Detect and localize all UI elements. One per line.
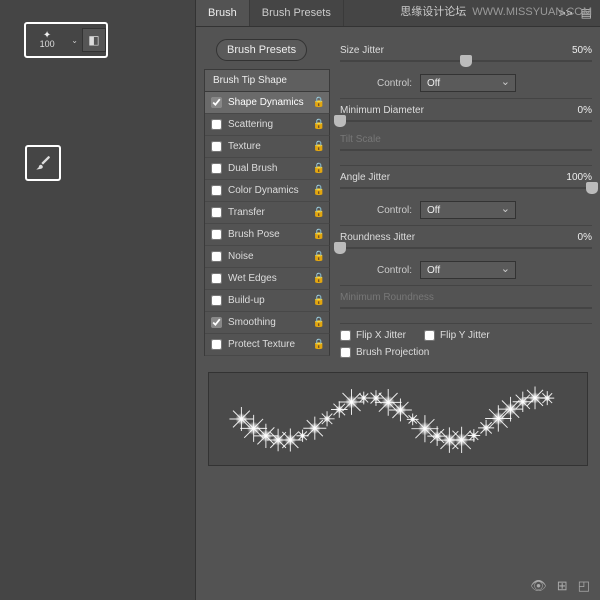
brush-size-value: 100 — [26, 39, 68, 49]
setting-row-dual-brush[interactable]: Dual Brush 🔒 — [205, 158, 330, 180]
setting-row-brush-pose[interactable]: Brush Pose 🔒 — [205, 224, 330, 246]
setting-checkbox[interactable] — [211, 207, 222, 218]
size-jitter-label: Size Jitter — [340, 45, 572, 56]
setting-label: Protect Texture — [228, 339, 295, 350]
panel-footer: 👁 ⊞ ◰ — [530, 578, 590, 594]
lock-icon[interactable]: 🔒 — [313, 119, 325, 130]
brush-presets-button[interactable]: Brush Presets — [216, 39, 307, 61]
setting-row-scattering[interactable]: Scattering 🔒 — [205, 114, 330, 136]
setting-label: Wet Edges — [228, 273, 277, 284]
lock-icon[interactable]: 🔒 — [313, 339, 325, 350]
setting-row-protect-texture[interactable]: Protect Texture 🔒 — [205, 334, 330, 356]
chevron-down-icon: ⌄ — [71, 36, 78, 45]
brush-preview — [208, 372, 588, 466]
setting-row-noise[interactable]: Noise 🔒 — [205, 246, 330, 268]
lock-icon[interactable]: 🔒 — [313, 185, 325, 196]
setting-row-texture[interactable]: Texture 🔒 — [205, 136, 330, 158]
min-diameter-value[interactable]: 0% — [578, 105, 592, 116]
min-roundness-slider — [340, 303, 592, 317]
size-jitter-slider[interactable] — [340, 56, 592, 70]
brush-projection-checkbox[interactable]: Brush Projection — [340, 347, 429, 358]
lock-icon[interactable]: 🔒 — [313, 251, 325, 262]
lock-icon[interactable]: 🔒 — [313, 207, 325, 218]
setting-label: Scattering — [228, 119, 273, 130]
brush-preset-toggle-icon[interactable]: ◧ — [82, 28, 106, 52]
left-column: ✦ 100 ⌄ ◧ — [0, 0, 195, 600]
lock-icon[interactable]: 🔒 — [313, 273, 325, 284]
setting-label: Noise — [228, 251, 254, 262]
setting-checkbox[interactable] — [211, 339, 222, 350]
lock-icon[interactable]: 🔒 — [313, 141, 325, 152]
brush-icon — [33, 153, 53, 173]
size-control-dropdown[interactable]: Off — [420, 74, 516, 92]
setting-checkbox[interactable] — [211, 163, 222, 174]
min-diameter-slider[interactable] — [340, 116, 592, 130]
brush-panel: Brush Brush Presets >> ▤ Brush Presets B… — [195, 0, 600, 600]
brush-tool-button[interactable] — [25, 145, 61, 181]
setting-row-shape-dynamics[interactable]: Shape Dynamics 🔒 — [205, 92, 330, 114]
snapshot-icon[interactable]: ◰ — [578, 578, 590, 594]
setting-label: Transfer — [228, 207, 265, 218]
setting-row-build-up[interactable]: Build-up 🔒 — [205, 290, 330, 312]
roundness-jitter-label: Roundness Jitter — [340, 232, 578, 243]
setting-checkbox[interactable] — [211, 273, 222, 284]
settings-list: Brush Presets Brush Tip Shape Shape Dyna… — [204, 35, 330, 364]
setting-checkbox[interactable] — [211, 317, 222, 328]
setting-checkbox[interactable] — [211, 295, 222, 306]
setting-row-wet-edges[interactable]: Wet Edges 🔒 — [205, 268, 330, 290]
setting-label: Brush Pose — [228, 229, 280, 240]
setting-label: Dual Brush — [228, 163, 277, 174]
brush-size-picker[interactable]: ✦ 100 ⌄ ◧ — [24, 22, 108, 58]
brush-tip-shape-button[interactable]: Brush Tip Shape — [205, 70, 330, 92]
roundness-jitter-slider[interactable] — [340, 243, 592, 257]
flip-x-checkbox[interactable]: Flip X Jitter — [340, 330, 406, 341]
setting-label: Shape Dynamics — [228, 97, 304, 108]
min-diameter-label: Minimum Diameter — [340, 105, 578, 116]
setting-row-smoothing[interactable]: Smoothing 🔒 — [205, 312, 330, 334]
setting-label: Texture — [228, 141, 261, 152]
lock-icon[interactable]: 🔒 — [313, 163, 325, 174]
setting-checkbox[interactable] — [211, 119, 222, 130]
setting-checkbox[interactable] — [211, 141, 222, 152]
setting-checkbox[interactable] — [211, 97, 222, 108]
lock-icon[interactable]: 🔒 — [313, 295, 325, 306]
new-preset-icon[interactable]: ⊞ — [557, 578, 568, 594]
watermark: 思缘设计论坛WWW.MISSYUAN.COM — [400, 3, 592, 19]
roundness-jitter-value[interactable]: 0% — [578, 232, 592, 243]
lock-icon[interactable]: 🔒 — [313, 229, 325, 240]
flip-y-checkbox[interactable]: Flip Y Jitter — [424, 330, 490, 341]
setting-row-color-dynamics[interactable]: Color Dynamics 🔒 — [205, 180, 330, 202]
lock-icon[interactable]: 🔒 — [313, 317, 325, 328]
angle-control-dropdown[interactable]: Off — [420, 201, 516, 219]
tab-brush-presets[interactable]: Brush Presets — [250, 0, 344, 26]
setting-checkbox[interactable] — [211, 185, 222, 196]
angle-jitter-label: Angle Jitter — [340, 172, 566, 183]
setting-checkbox[interactable] — [211, 251, 222, 262]
tab-brush[interactable]: Brush — [196, 0, 250, 26]
lock-icon[interactable]: 🔒 — [313, 97, 325, 108]
tilt-scale-label: Tilt Scale — [340, 134, 592, 145]
tilt-scale-slider — [340, 145, 592, 159]
setting-row-transfer[interactable]: Transfer 🔒 — [205, 202, 330, 224]
angle-jitter-slider[interactable] — [340, 183, 592, 197]
setting-label: Smoothing — [228, 317, 276, 328]
setting-label: Build-up — [228, 295, 265, 306]
roundness-control-dropdown[interactable]: Off — [420, 261, 516, 279]
visibility-icon[interactable]: 👁 — [530, 578, 547, 594]
min-roundness-label: Minimum Roundness — [340, 292, 592, 303]
setting-checkbox[interactable] — [211, 229, 222, 240]
size-jitter-value[interactable]: 50% — [572, 45, 592, 56]
shape-dynamics-controls: Size Jitter50% Control:Off Minimum Diame… — [340, 35, 592, 364]
setting-label: Color Dynamics — [228, 185, 299, 196]
